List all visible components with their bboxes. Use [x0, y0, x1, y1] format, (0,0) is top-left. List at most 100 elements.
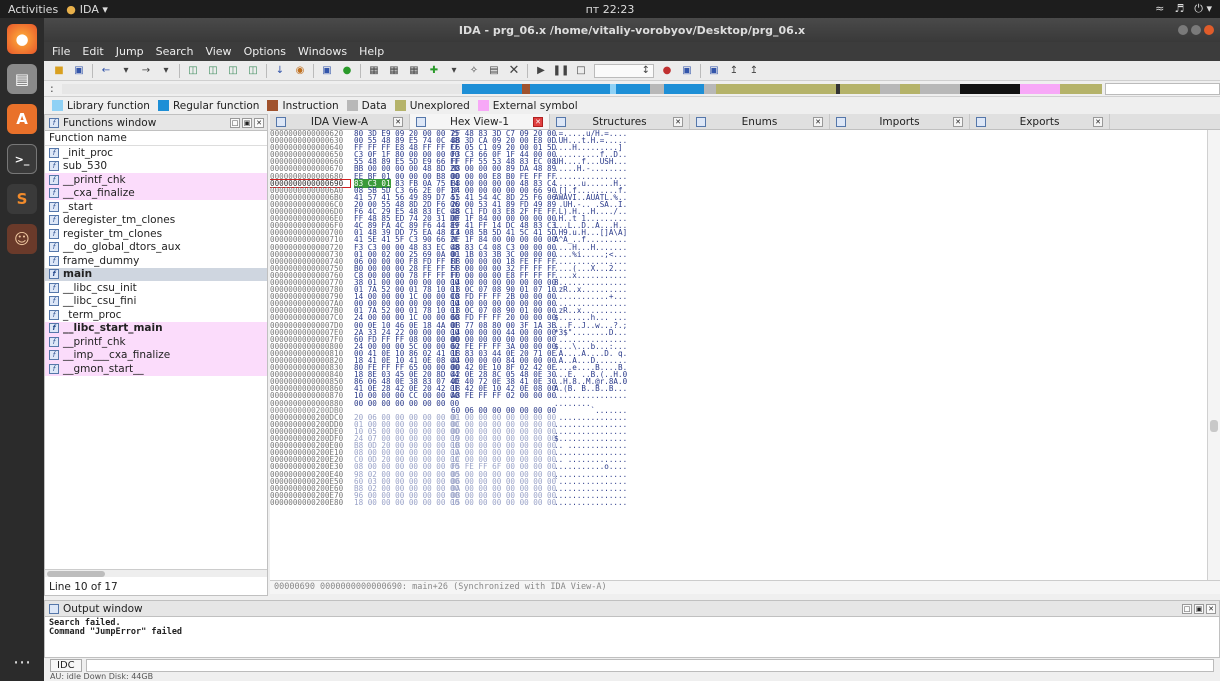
trace-icon[interactable]: ▣ [680, 64, 694, 78]
step-over-icon[interactable]: ↥ [747, 64, 761, 78]
close-tab-icon[interactable]: ✕ [673, 116, 683, 127]
proximity-icon[interactable]: ▣ [707, 64, 721, 78]
menu-help[interactable]: Help [359, 45, 384, 58]
hex-row[interactable]: 0000000000200E80 18 00 00 00 00 00 00 00 1… [270, 499, 1207, 507]
hex-view[interactable]: 0000000000000620 80 3D E9 09 20 00 00 75 2… [270, 130, 1207, 580]
download-icon[interactable]: ↓ [273, 64, 287, 78]
software-icon[interactable]: A [7, 104, 37, 134]
menu-search[interactable]: Search [156, 45, 194, 58]
function-list-item[interactable]: f __imp___cxa_finalize [45, 348, 267, 362]
open-icon[interactable]: ■ [52, 64, 66, 78]
close-tab-icon[interactable]: ✕ [533, 116, 543, 127]
function-list-item[interactable]: f __printf_chk [45, 335, 267, 349]
close-tab-icon[interactable]: ✕ [813, 116, 823, 127]
sublime-icon[interactable]: S [7, 184, 37, 214]
firefox-icon[interactable]: ● [7, 24, 37, 54]
menu-view[interactable]: View [205, 45, 231, 58]
hex-vertical-scrollbar[interactable] [1207, 130, 1220, 580]
function-list-item[interactable]: f __cxa_finalize [45, 186, 267, 200]
volume-icon[interactable]: ♬ [1174, 2, 1184, 16]
terminal-icon[interactable]: >_ [7, 144, 37, 174]
close-tab-icon[interactable]: ✕ [1093, 116, 1103, 127]
function-name-column-header[interactable]: Function name [45, 131, 267, 146]
clock[interactable]: пт 22:23 [0, 3, 1220, 16]
graph-icon[interactable]: ▣ [320, 64, 334, 78]
forward-dropdown-icon[interactable]: ▾ [159, 64, 173, 78]
breakpoint-icon[interactable]: ● [660, 64, 674, 78]
close-icon[interactable] [1204, 25, 1214, 35]
search-icon[interactable]: ◉ [293, 64, 307, 78]
function-list-item[interactable]: f sub_530 [45, 160, 267, 174]
tab-imports[interactable]: Imports ✕ [830, 114, 970, 129]
files-icon[interactable]: ▤ [7, 64, 37, 94]
menu-file[interactable]: File [52, 45, 70, 58]
function-list-item[interactable]: f _init_proc [45, 146, 267, 160]
function-list-item[interactable]: f _start [45, 200, 267, 214]
menu-jump[interactable]: Jump [116, 45, 144, 58]
binary-icon[interactable]: ◫ [246, 64, 260, 78]
stop-icon[interactable]: □ [574, 64, 588, 78]
idc-language-button[interactable]: IDC [50, 659, 82, 672]
paste-icon[interactable]: ◫ [226, 64, 240, 78]
delete-icon[interactable]: ✕ [507, 63, 521, 78]
function-list-item[interactable]: f main [45, 267, 267, 281]
function-list-item[interactable]: f deregister_tm_clones [45, 214, 267, 228]
app-menu[interactable]: ● IDA ▾ [66, 3, 108, 16]
function-list-item[interactable]: f _term_proc [45, 308, 267, 322]
play-icon[interactable]: ▶ [534, 64, 548, 78]
restore-icon[interactable]: ▣ [242, 117, 252, 128]
function-list-item[interactable]: f register_tm_clones [45, 227, 267, 241]
power-icon[interactable]: ⏻ ▾ [1194, 2, 1212, 16]
debugger-select[interactable]: ↕ [594, 63, 654, 78]
function-list-item[interactable]: f frame_dummy [45, 254, 267, 268]
close-tab-icon[interactable]: ✕ [393, 116, 403, 127]
function-list-item[interactable]: f __gmon_start__ [45, 362, 267, 376]
menu-options[interactable]: Options [244, 45, 286, 58]
xref-from-icon[interactable]: ▦ [407, 64, 421, 78]
add-icon[interactable]: ✚ [427, 64, 441, 78]
navigation-strip[interactable] [61, 83, 1102, 94]
command-input[interactable] [85, 659, 1214, 672]
menu-windows[interactable]: Windows [298, 45, 347, 58]
copy-hex-icon[interactable]: ◫ [206, 64, 220, 78]
menu-edit[interactable]: Edit [82, 45, 103, 58]
restore-icon[interactable]: ▣ [1194, 603, 1204, 614]
tab-structures[interactable]: Structures ✕ [550, 114, 690, 129]
navband-menu-icon[interactable]: : [50, 82, 62, 95]
pause-icon[interactable]: ❚❚ [553, 64, 570, 78]
tab-ida-view-a[interactable]: IDA View-A ✕ [270, 114, 410, 129]
tab-hex-view-1[interactable]: Hex View-1 ✕ [410, 114, 550, 129]
window-titlebar[interactable]: IDA - prg_06.x /home/vitaliy-vorobyov/De… [44, 18, 1220, 42]
functions-horizontal-scrollbar[interactable] [45, 569, 267, 577]
hex-row[interactable]: 0000000000000880 00 00 00 00 00 00 00 00.… [270, 399, 1207, 407]
xref-to-icon[interactable]: ▦ [387, 64, 401, 78]
activities-button[interactable]: Activities [0, 3, 66, 16]
maximize-icon[interactable] [1191, 25, 1201, 35]
tab-exports[interactable]: Exports ✕ [970, 114, 1110, 129]
close-panel-icon[interactable]: ✕ [1206, 603, 1216, 614]
float-icon[interactable]: □ [1182, 603, 1192, 614]
save-icon[interactable]: ▣ [72, 64, 86, 78]
function-list-item[interactable]: f __libc_csu_fini [45, 295, 267, 309]
back-icon[interactable]: ← [99, 64, 113, 78]
function-list-item[interactable]: f __printf_chk [45, 173, 267, 187]
navband-dropdown[interactable] [1105, 82, 1220, 95]
close-tab-icon[interactable]: ✕ [953, 116, 963, 127]
function-list-item[interactable]: f __libc_csu_init [45, 281, 267, 295]
output-log[interactable]: Search failed. Command "JumpError" faile… [45, 617, 1219, 639]
function-list-item[interactable]: f __libc_start_main [45, 321, 267, 335]
wifi-icon[interactable]: ≈ [1155, 2, 1164, 16]
back-dropdown-icon[interactable]: ▾ [119, 64, 133, 78]
function-list-item[interactable]: f __do_global_dtors_aux [45, 241, 267, 255]
xref-icon[interactable]: ▦ [367, 64, 381, 78]
close-panel-icon[interactable]: ✕ [254, 117, 264, 128]
step-into-icon[interactable]: ↥ [727, 64, 741, 78]
chart-icon[interactable]: ▤ [487, 64, 501, 78]
float-icon[interactable]: □ [230, 117, 240, 128]
copy-icon[interactable]: ◫ [186, 64, 200, 78]
record-icon[interactable]: ● [340, 64, 354, 78]
forward-icon[interactable]: → [139, 64, 153, 78]
patch-icon[interactable]: ✧ [467, 64, 481, 78]
add-dropdown-icon[interactable]: ▾ [447, 64, 461, 78]
minimize-icon[interactable] [1178, 25, 1188, 35]
